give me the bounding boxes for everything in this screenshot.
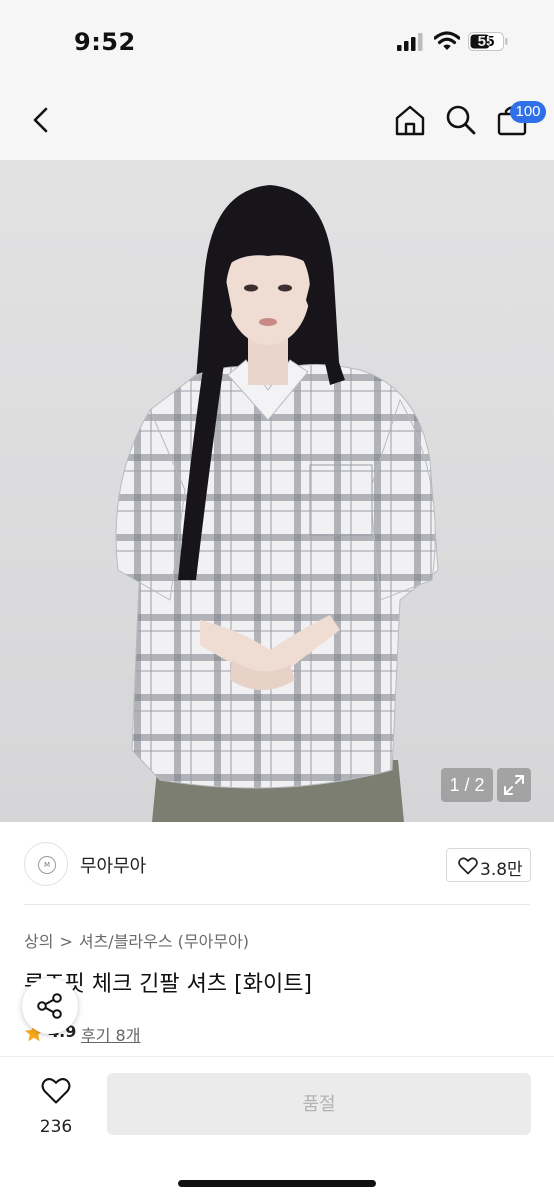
- home-indicator: [178, 1180, 376, 1187]
- heart-icon: [458, 857, 478, 875]
- chevron-left-icon[interactable]: [24, 102, 58, 138]
- breadcrumb-subcategory[interactable]: 셔츠/블라우스: [79, 932, 173, 951]
- bottom-action-bar: 236 품절: [0, 1056, 554, 1200]
- expand-icon[interactable]: [497, 768, 531, 802]
- top-nav-bar: [0, 80, 554, 160]
- battery-icon: 55: [468, 32, 508, 51]
- status-bar: 9:52 55: [0, 0, 554, 80]
- brand-like-count: 3.8만: [480, 860, 523, 880]
- wishlist-count: 236: [39, 1117, 73, 1137]
- heart-icon: [41, 1078, 71, 1104]
- product-image[interactable]: [0, 160, 554, 822]
- brand-logo[interactable]: M: [24, 842, 68, 886]
- image-pager: 1 / 2: [441, 768, 493, 802]
- brand-like-button[interactable]: 3.8만: [446, 848, 531, 882]
- breadcrumb-separator-icon: >: [59, 932, 73, 951]
- review-link[interactable]: 후기 8개: [81, 1022, 140, 1046]
- breadcrumb: 상의 > 셔츠/블라우스 (무아무아): [24, 928, 249, 952]
- brand-logo-mark: M: [38, 856, 56, 874]
- battery-level: 55: [477, 33, 495, 50]
- share-icon: [37, 993, 62, 1019]
- sold-out-button[interactable]: 품절: [107, 1073, 531, 1135]
- divider: [24, 904, 530, 905]
- home-icon[interactable]: [392, 102, 428, 138]
- brand-name[interactable]: 무아무아: [80, 852, 146, 878]
- cart-count-badge: 100: [510, 101, 546, 123]
- brand-row[interactable]: M 무아무아 3.8만: [0, 822, 554, 908]
- wishlist-button[interactable]: 236: [24, 1075, 88, 1145]
- breadcrumb-brand[interactable]: (무아무아): [178, 932, 249, 951]
- wifi-icon: [434, 31, 460, 50]
- status-time: 9:52: [74, 28, 136, 56]
- signal-icon: [397, 33, 423, 51]
- breadcrumb-category[interactable]: 상의: [24, 932, 53, 951]
- search-icon[interactable]: [443, 102, 479, 138]
- share-button[interactable]: [22, 978, 78, 1034]
